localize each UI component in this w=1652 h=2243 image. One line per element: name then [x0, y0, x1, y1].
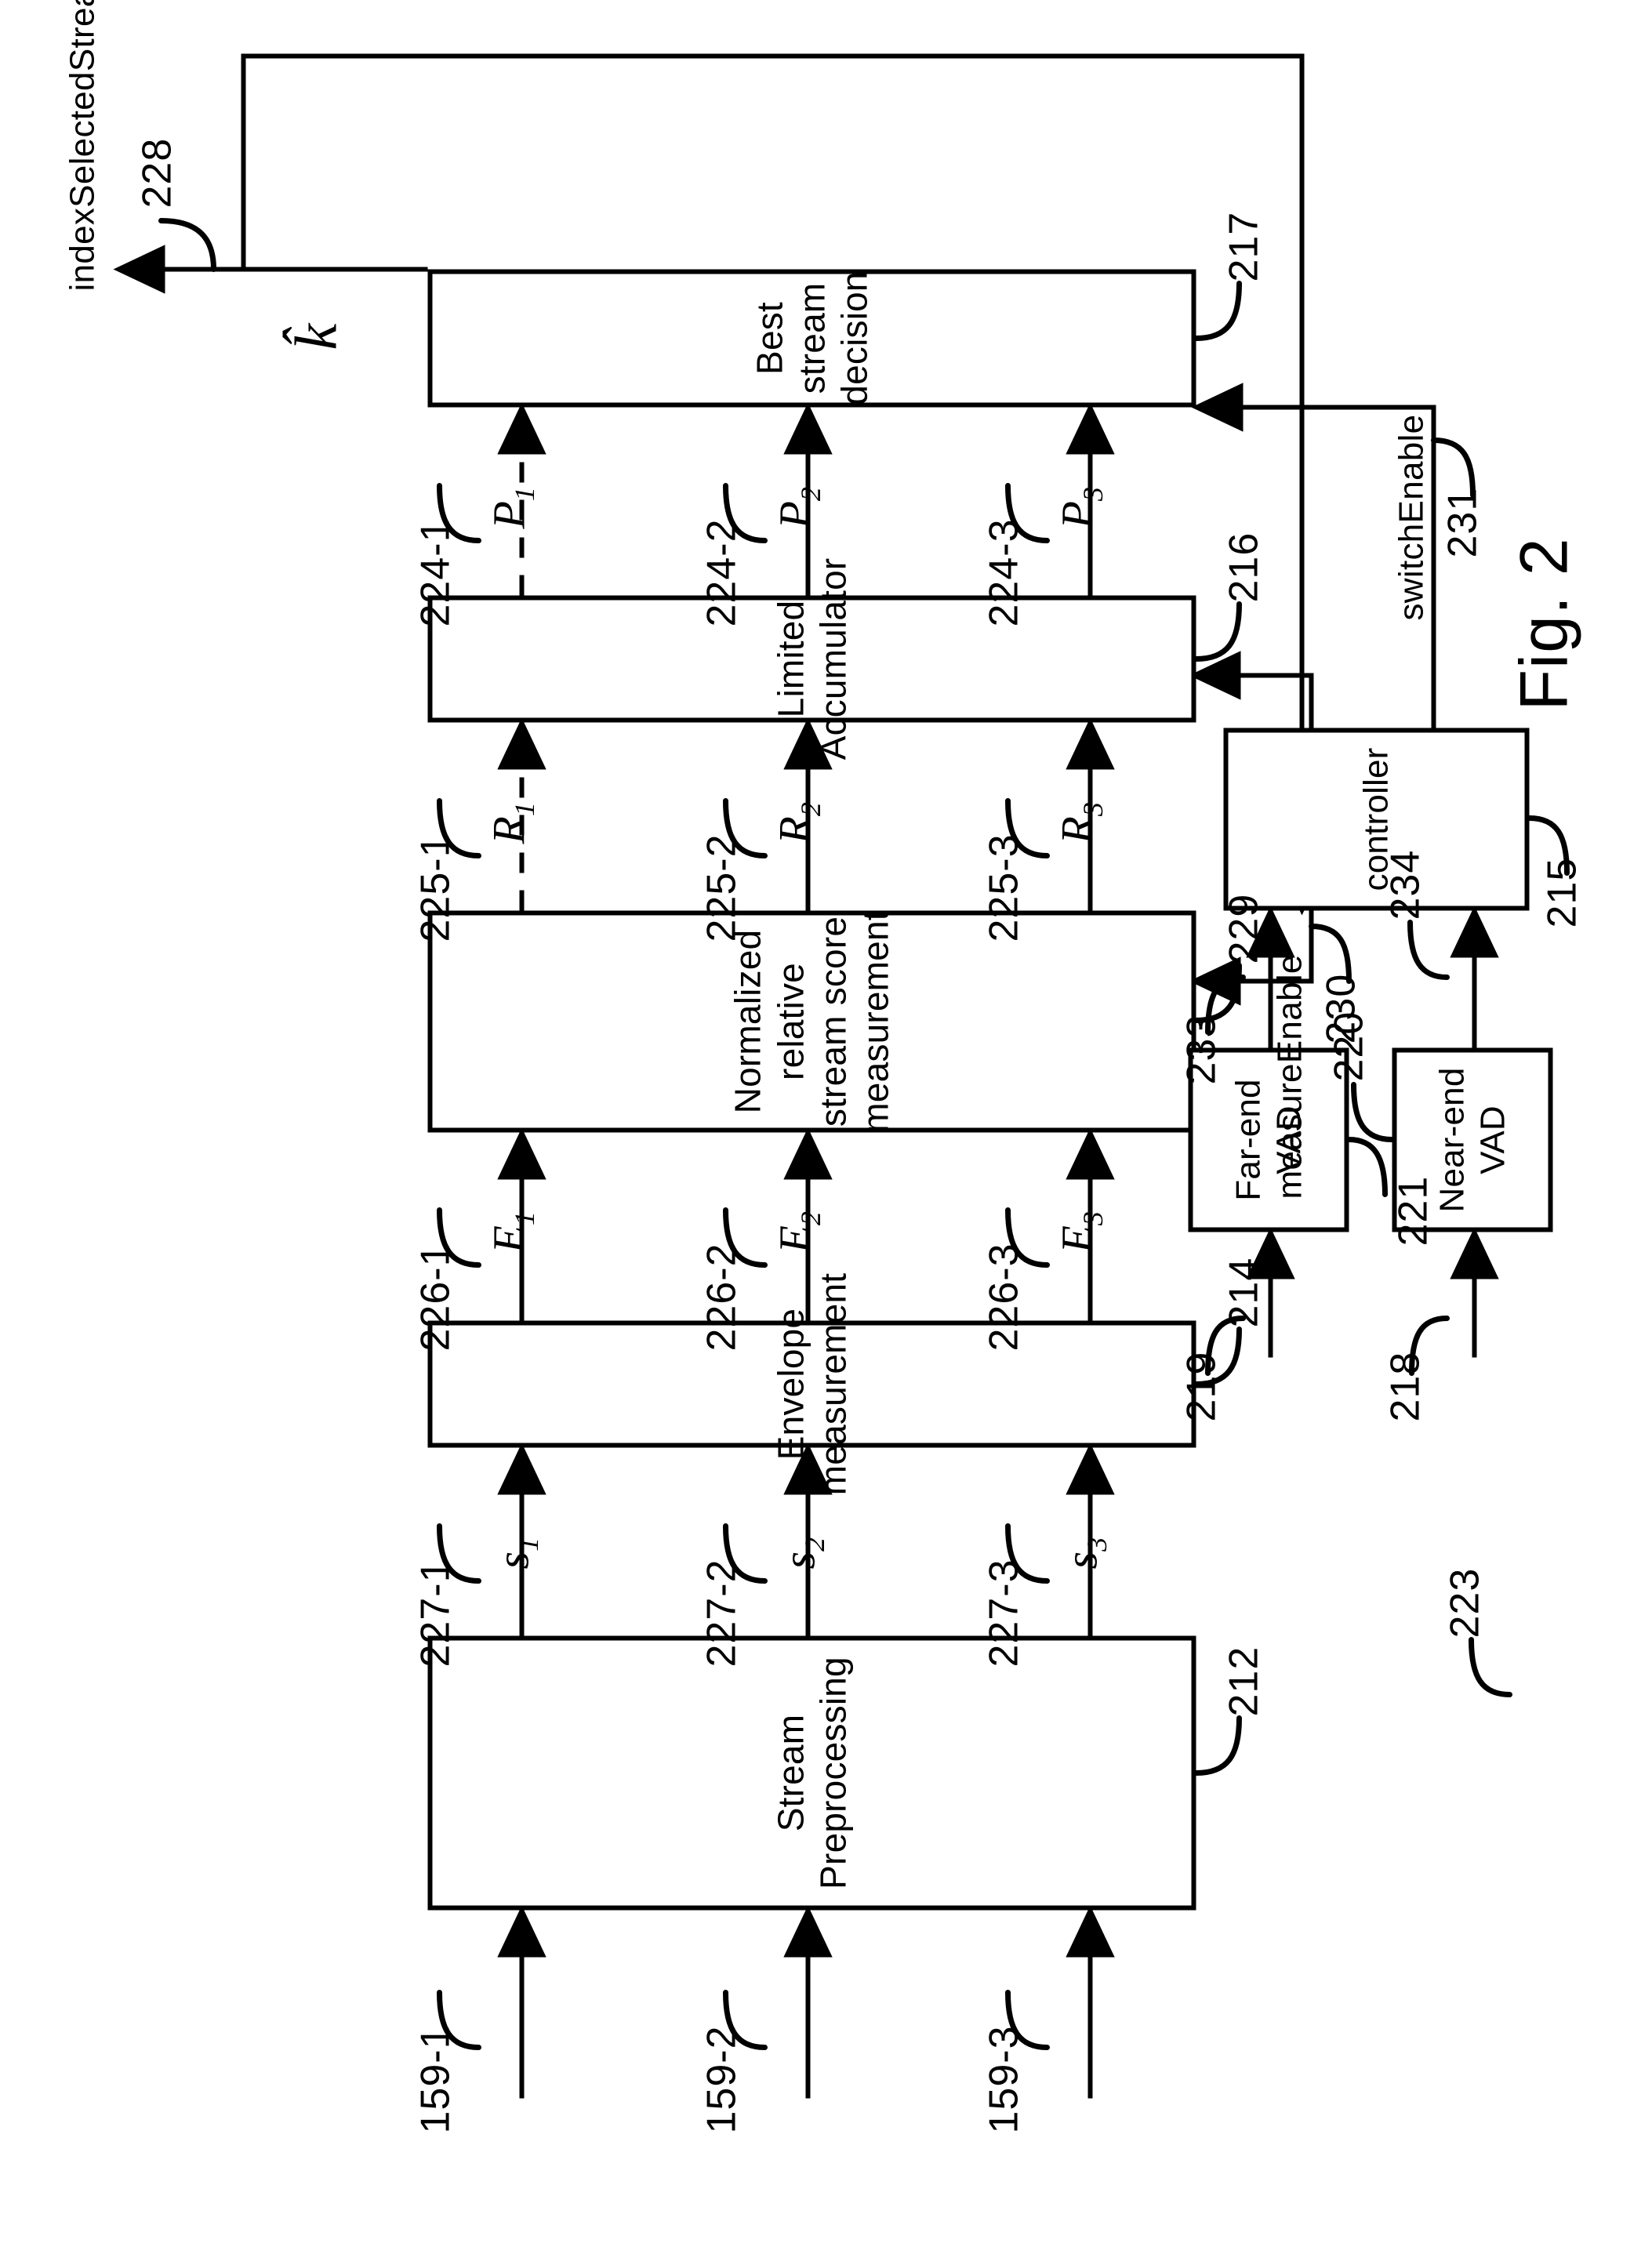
signal-R3: R3 — [1051, 801, 1109, 844]
ref-234: 234 — [1382, 849, 1428, 920]
ref-226-2: 226-2 — [699, 1243, 744, 1351]
ref-224-2: 224-2 — [699, 518, 744, 626]
label-layer: 159-1 159-2 159-3 227-1 s1 227-2 s2 227-… — [0, 0, 1652, 2243]
ref-223: 223 — [1442, 1567, 1487, 1638]
signal-R2: R2 — [769, 801, 826, 844]
signal-P2: P2 — [769, 486, 826, 528]
signal-E1: E1 — [483, 1210, 540, 1253]
ref-226-3: 226-3 — [981, 1243, 1026, 1351]
label-measureEnable: measureEnable — [1270, 953, 1309, 1199]
output-label-indexSelectedStream: indexSelectedStream — [63, 0, 101, 291]
ref-212: 212 — [1221, 1646, 1266, 1716]
label-switchEnable: switchEnable — [1392, 414, 1430, 620]
signal-E2: E2 — [769, 1210, 826, 1253]
ref-225-3: 225-3 — [981, 833, 1026, 942]
ref-224-3: 224-3 — [981, 518, 1026, 626]
ref-224-1: 224-1 — [412, 518, 458, 626]
ref-214: 214 — [1221, 1257, 1266, 1327]
ref-229: 229 — [1221, 893, 1266, 964]
signal-R1: R1 — [483, 801, 540, 844]
signal-s3: s3 — [1055, 1537, 1113, 1569]
ref-226-1: 226-1 — [412, 1243, 458, 1351]
output-symbol-k-hat: k̂ — [283, 323, 349, 350]
signal-E3: E3 — [1051, 1210, 1109, 1253]
ref-228: 228 — [134, 137, 180, 208]
ref-227-2: 227-2 — [699, 1559, 744, 1667]
ref-225-2: 225-2 — [699, 833, 744, 942]
ref-221: 221 — [1390, 1175, 1436, 1246]
signal-s1: s1 — [487, 1537, 544, 1569]
signal-P1: P1 — [483, 486, 540, 528]
ref-159-1: 159-1 — [412, 2025, 458, 2133]
ref-219: 219 — [1178, 1351, 1224, 1421]
ref-216: 216 — [1221, 532, 1266, 602]
ref-215: 215 — [1539, 857, 1585, 927]
ref-227-1: 227-1 — [412, 1559, 458, 1667]
ref-233: 233 — [1178, 1014, 1224, 1084]
ref-218: 218 — [1382, 1351, 1428, 1421]
signal-s2: s2 — [773, 1537, 830, 1569]
ref-231: 231 — [1440, 487, 1485, 557]
ref-159-3: 159-3 — [981, 2025, 1026, 2133]
figure-canvas: Stream Preprocessing Envelope measuremen… — [0, 0, 1652, 2243]
ref-225-1: 225-1 — [412, 833, 458, 942]
ref-159-2: 159-2 — [699, 2025, 744, 2133]
figure-caption: Fig. 2 — [1506, 536, 1581, 710]
signal-P3: P3 — [1051, 486, 1109, 528]
ref-217: 217 — [1221, 211, 1266, 281]
ref-227-3: 227-3 — [981, 1559, 1026, 1667]
ref-230: 230 — [1318, 973, 1363, 1043]
